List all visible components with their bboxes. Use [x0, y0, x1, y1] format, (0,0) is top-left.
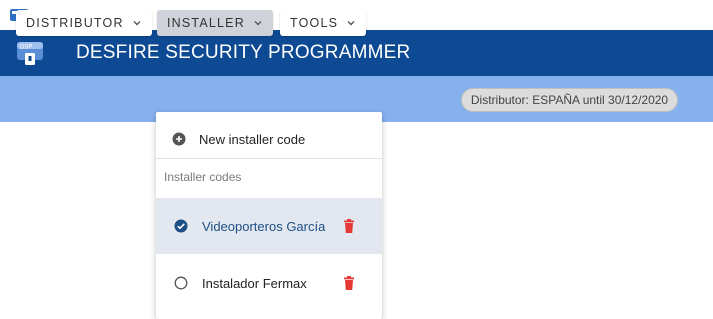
installer-code-item[interactable]: Videoporteros García — [156, 198, 382, 254]
distributor-menu-label: DISTRIBUTOR — [26, 16, 124, 30]
installer-codes-section-label: Installer codes — [164, 170, 242, 184]
chevron-down-icon — [254, 21, 262, 26]
new-installer-code-label: New installer code — [199, 131, 306, 147]
app-header: DSP DESFIRE SECURITY PROGRAMMER — [0, 30, 713, 76]
chevron-down-icon — [347, 21, 355, 26]
radio-empty-icon — [174, 276, 188, 290]
trash-icon[interactable] — [343, 276, 355, 290]
installer-code-label: Videoporteros García — [202, 218, 326, 234]
tools-menu-button[interactable]: TOOLS — [280, 10, 367, 36]
plus-circle-icon — [172, 132, 186, 146]
installer-menu-label: INSTALLER — [167, 16, 245, 30]
trash-icon[interactable] — [343, 219, 355, 233]
logo-text: DSP — [20, 45, 32, 51]
menu-divider — [156, 158, 382, 159]
app-title: DESFIRE SECURITY PROGRAMMER — [76, 42, 411, 63]
check-circle-icon — [174, 219, 188, 233]
tools-menu-label: TOOLS — [290, 16, 339, 30]
new-installer-code-item[interactable]: New installer code — [156, 120, 382, 158]
dsp-logo-icon: DSP — [17, 42, 43, 65]
distributor-status-badge: Distributor: ESPAÑA until 30/12/2020 — [461, 88, 678, 112]
installer-code-label: Instalador Fermax — [202, 275, 307, 291]
distributor-menu-button[interactable]: DISTRIBUTOR — [16, 10, 152, 36]
installer-menu-button[interactable]: INSTALLER — [157, 10, 273, 36]
installer-dropdown-menu: New installer code Installer codes Video… — [156, 112, 382, 319]
chevron-down-icon — [133, 21, 141, 26]
installer-code-item[interactable]: Instalador Fermax — [156, 255, 382, 311]
